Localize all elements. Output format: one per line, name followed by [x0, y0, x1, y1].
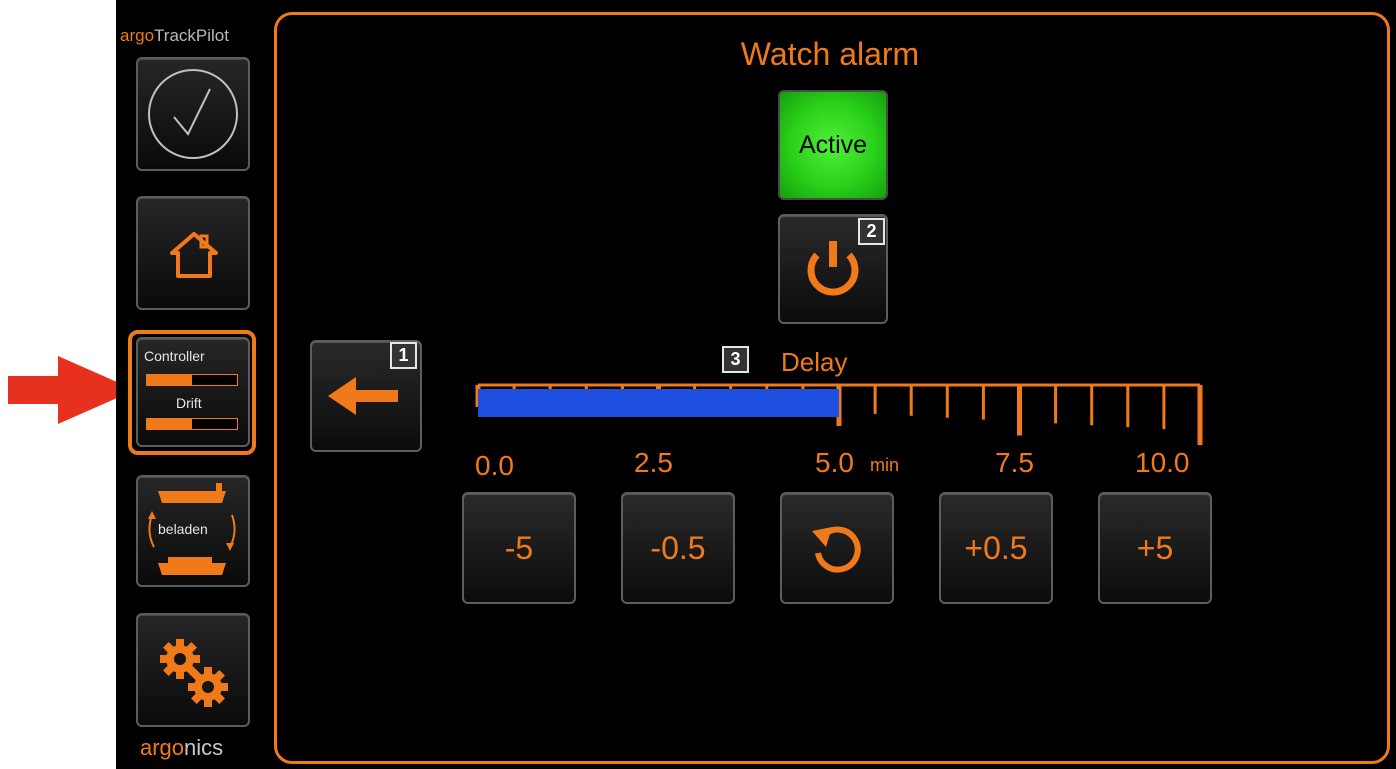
arrow-left-icon — [328, 377, 398, 415]
delay-label: Delay — [781, 347, 848, 377]
app-brand: argoTrackPilot — [120, 26, 229, 45]
page-title: Watch alarm — [740, 36, 920, 72]
drift-level-bar — [146, 418, 238, 430]
status-indicator[interactable]: Active — [778, 90, 888, 200]
drift-label: Drift — [176, 395, 202, 411]
reset-icon — [812, 526, 861, 573]
decrease-0.5-button[interactable]: -0.5 — [621, 492, 735, 604]
company-logo: argonics — [140, 735, 224, 760]
scale-tick-label: 7.5 — [995, 447, 1034, 478]
drift-level-fill — [147, 419, 192, 429]
delay-slider[interactable] — [460, 380, 1220, 450]
gears-icon — [160, 639, 228, 707]
delay-badge: 3 — [722, 346, 749, 373]
scale-tick-label: 2.5 — [634, 447, 673, 478]
settings-button[interactable] — [136, 613, 250, 727]
controller-label: Controller — [144, 348, 205, 364]
controller-drift-button[interactable]: Controller Drift — [136, 337, 250, 447]
load-state-button[interactable]: beladen — [136, 475, 250, 587]
home-button[interactable] — [136, 196, 250, 310]
checkmark-circle-icon — [148, 69, 238, 159]
increase-5-button[interactable]: +5 — [1098, 492, 1212, 604]
decrease-5-button[interactable]: -5 — [462, 492, 576, 604]
power-badge: 2 — [858, 218, 885, 245]
loaded-label: beladen — [158, 521, 208, 537]
back-badge: 1 — [390, 342, 417, 369]
controller-level-fill — [147, 375, 192, 385]
scale-unit: min — [870, 455, 900, 475]
controller-level-bar — [146, 374, 238, 386]
scale-tick-label: 0.0 — [475, 450, 514, 481]
scale-tick-label: 10.0 — [1135, 447, 1190, 478]
status-check-button[interactable] — [136, 57, 250, 171]
scale-tick-label: 5.0 — [815, 447, 854, 478]
home-icon — [170, 232, 218, 278]
reset-button[interactable] — [780, 492, 894, 604]
increase-0.5-button[interactable]: +0.5 — [939, 492, 1053, 604]
delay-value-fill — [478, 389, 839, 417]
